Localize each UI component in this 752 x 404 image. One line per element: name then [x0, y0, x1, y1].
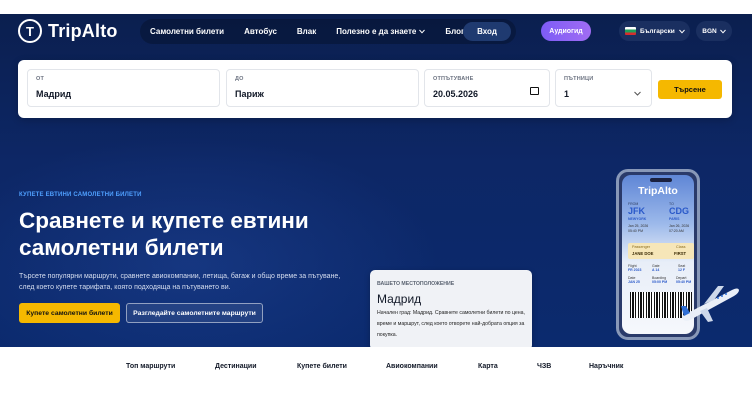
buy-tickets-button[interactable]: Купете самолетни билети — [19, 303, 120, 323]
nav-destinations[interactable]: Дестинации — [215, 363, 257, 370]
nav-item-useful[interactable]: Полезно е да знаете — [336, 27, 426, 36]
location-card: ВАШЕТО МЕСТОПОЛОЖЕНИЕ Мадрид Начален гра… — [370, 270, 532, 347]
nav-item-blog[interactable]: Блог — [445, 27, 464, 36]
phone-class-label: Class — [676, 245, 686, 249]
nav-guide[interactable]: Наръчник — [589, 363, 623, 370]
passengers-field[interactable]: ПЪТНИЦИ 1 — [555, 69, 652, 107]
main-nav: Самолетни билети Автобус Влак Полезно е … — [140, 19, 516, 44]
from-label: ОТ — [36, 76, 45, 82]
phone-notch — [650, 178, 672, 182]
phone-gate: A 14 — [652, 268, 660, 272]
chevron-down-icon — [634, 91, 641, 96]
nav-item-train[interactable]: Влак — [297, 27, 316, 36]
to-value: Париж — [235, 89, 264, 99]
passengers-value: 1 — [564, 89, 570, 99]
to-field[interactable]: ДО Париж — [226, 69, 419, 107]
chevron-down-icon — [419, 29, 426, 34]
language-label: Български — [640, 27, 675, 35]
nav-item-bus[interactable]: Автобус — [244, 27, 277, 36]
secondary-nav: Топ маршрути Дестинации Купете билети Ав… — [0, 347, 752, 404]
currency-label: BGN — [702, 27, 717, 35]
from-field[interactable]: ОТ Мадрид — [27, 69, 220, 107]
nav-item-flights[interactable]: Самолетни билети — [150, 27, 224, 36]
audio-guide-button[interactable]: Аудиогид — [541, 21, 591, 41]
hero-headline: Сравнете и купете евтини самолетни билет… — [19, 208, 309, 260]
chevron-down-icon — [719, 29, 726, 34]
browse-routes-button[interactable]: Разгледайте самолетните маршрути — [126, 303, 263, 323]
phone-date: JAN 25 — [628, 280, 640, 284]
phone-brand: TripAlto — [638, 185, 678, 197]
hero-subtext: Търсете популярни маршрути, сравнете ави… — [19, 273, 341, 291]
passengers-label: ПЪТНИЦИ — [564, 76, 594, 82]
date-value: 20.05.2026 — [433, 89, 479, 99]
date-label: ОТПЪТУВАНЕ — [433, 76, 474, 82]
nav-buy-tickets[interactable]: Купете билети — [297, 363, 347, 370]
airplane-icon — [681, 286, 739, 322]
hero-eyebrow: КУПЕТЕ ЕВТИНИ САМОЛЕТНИ БИЛЕТИ — [19, 192, 142, 198]
phone-passenger: JANE DOE — [632, 251, 654, 256]
location-description: Начален град: Мадрид. Сравнете самолетни… — [377, 310, 525, 338]
brand-name: TripAlto — [48, 20, 118, 41]
phone-from-time: Jan 25, 2026 05:40 PM — [628, 224, 649, 233]
phone-seat: 12 F — [678, 268, 686, 272]
phone-passenger-box: Passenger JANE DOE Class FIRST — [628, 243, 694, 259]
language-selector[interactable]: Български — [619, 21, 690, 41]
location-label: ВАШЕТО МЕСТОПОЛОЖЕНИЕ — [377, 281, 455, 287]
location-city: Мадрид — [377, 292, 422, 306]
nav-faq[interactable]: ЧЗВ — [537, 363, 551, 370]
phone-to-code: CDG — [669, 206, 689, 216]
phone-flight: FR 2023 — [628, 268, 642, 272]
phone-passenger-label: Passenger — [632, 245, 651, 249]
nav-item-useful-label: Полезно е да знаете — [336, 27, 417, 36]
top-strip — [0, 0, 752, 14]
phone-to-time: Jan 26, 2026 07:20 AM — [669, 224, 690, 233]
search-button[interactable]: Търсене — [658, 80, 722, 99]
chevron-down-icon — [678, 29, 685, 34]
date-field[interactable]: ОТПЪТУВАНЕ 20.05.2026 — [424, 69, 550, 107]
login-button[interactable]: Вход — [463, 22, 511, 41]
phone-boarding: 05:00 PM — [652, 280, 668, 284]
bulgaria-flag-icon — [625, 27, 636, 35]
logo[interactable]: T TripAlto — [18, 19, 118, 43]
nav-top-routes[interactable]: Топ маршрути — [126, 363, 175, 370]
to-label: ДО — [235, 76, 244, 82]
phone-class: FIRST — [674, 251, 687, 256]
currency-selector[interactable]: BGN — [696, 21, 732, 41]
from-value: Мадрид — [36, 89, 72, 99]
phone-from-code: JFK — [628, 206, 646, 216]
search-form: ОТ Мадрид ДО Париж ОТПЪТУВАНЕ 20.05.2026… — [18, 60, 732, 118]
calendar-icon[interactable] — [530, 87, 539, 95]
phone-to-city: PARIS — [669, 217, 680, 221]
nav-map[interactable]: Карта — [478, 363, 498, 370]
nav-airlines[interactable]: Авиокомпании — [386, 363, 438, 370]
phone-from-city: NEWYORK — [628, 217, 647, 221]
logo-mark: T — [18, 19, 42, 43]
